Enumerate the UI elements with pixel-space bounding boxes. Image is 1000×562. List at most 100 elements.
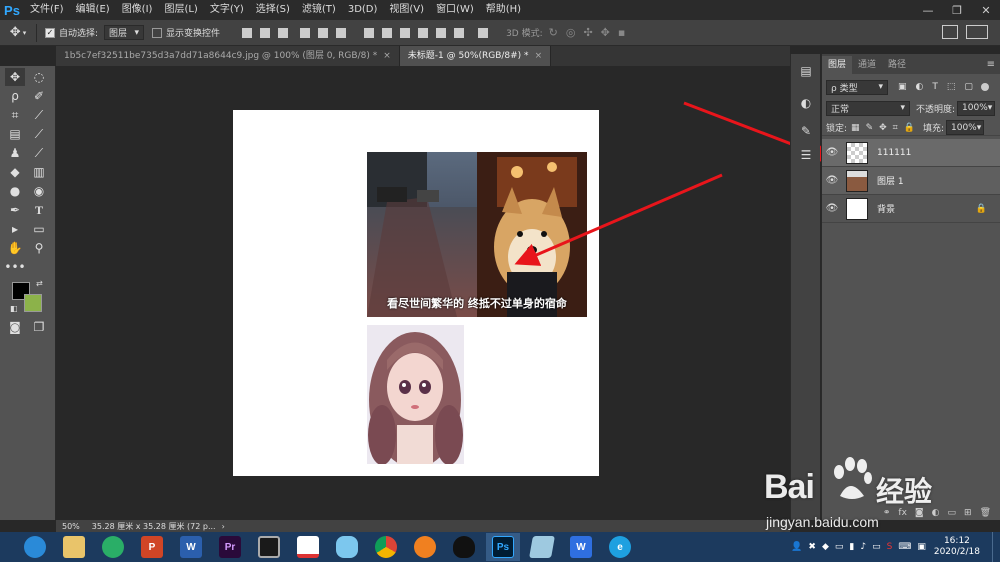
distribute-left-icon[interactable] [418, 27, 429, 38]
volume-icon[interactable]: ♪ [860, 542, 866, 552]
search-icon[interactable] [942, 25, 958, 39]
filter-adjustment-icon[interactable]: ◐ [916, 82, 924, 92]
keyboard-icon[interactable]: ⌨ [898, 542, 911, 552]
menu-item-edit[interactable]: 编辑(E) [70, 0, 116, 20]
crop-tool-icon[interactable]: ⌗ [5, 106, 25, 124]
usb-icon[interactable]: ▭ [835, 542, 844, 552]
swap-colors-icon[interactable]: ⇄ [36, 279, 43, 288]
brush-settings-icon[interactable]: ✎ [797, 122, 815, 140]
tab-channels[interactable]: 通道 [852, 56, 882, 74]
menu-item-layer[interactable]: 图层(L) [158, 0, 203, 20]
taskbar-app-wechat[interactable] [96, 533, 130, 561]
hand-tool-icon[interactable]: ✋ [5, 239, 25, 257]
align-left-icon[interactable] [300, 27, 311, 38]
girl-illustration-layer[interactable] [367, 325, 464, 464]
adjustments-icon[interactable]: ◐ [797, 94, 815, 112]
taskbar-app-wps[interactable]: W [564, 533, 598, 561]
3d-roll-icon[interactable]: ◎ [566, 26, 576, 39]
taskbar-app-chrome[interactable] [369, 533, 403, 561]
restore-button[interactable]: ❐ [943, 0, 971, 20]
lasso-tool-icon[interactable]: ρ [5, 87, 25, 105]
layer-row-background[interactable]: 👁 背景 🔒 [822, 195, 1000, 223]
filter-shape-icon[interactable]: ⬚ [947, 82, 956, 92]
history-icon[interactable]: ▤ [797, 62, 815, 80]
distribute-top-icon[interactable] [364, 27, 375, 38]
taskbar-app-browser[interactable] [18, 533, 52, 561]
taskbar-app-qq[interactable] [447, 533, 481, 561]
auto-select-dropdown[interactable]: 图层 ▾ [104, 25, 145, 40]
3d-scale-icon[interactable]: ▪ [618, 26, 625, 39]
background-color-swatch[interactable] [24, 294, 42, 312]
lock-pixels-icon[interactable]: ✎ [866, 123, 874, 133]
align-vcenter-icon[interactable] [260, 27, 271, 38]
visibility-eye-icon[interactable]: 👁 [822, 147, 842, 158]
move-tool-preset-icon[interactable]: ✥ ▾ [0, 25, 36, 40]
menu-item-type[interactable]: 文字(Y) [204, 0, 250, 20]
tab-layers[interactable]: 图层 [822, 56, 853, 74]
distribute-hcenter-icon[interactable] [436, 27, 447, 38]
distribute-vcenter-icon[interactable] [382, 27, 393, 38]
screen-mode-icon[interactable]: ❐ [29, 318, 49, 336]
lock-all-icon[interactable]: 🔒 [904, 123, 915, 133]
align-top-icon[interactable] [242, 27, 253, 38]
zoom-tool-icon[interactable]: ⚲ [29, 239, 49, 257]
zoom-level[interactable]: 50% [62, 522, 80, 531]
taskbar-app-video[interactable] [252, 533, 286, 561]
close-icon[interactable]: × [535, 51, 543, 61]
eyedropper-tool-icon[interactable]: ⟋ [29, 106, 49, 124]
taskbar-app-notes[interactable] [525, 533, 559, 561]
dodge-tool-icon[interactable]: ◉ [29, 182, 49, 200]
input-method-icon[interactable]: S [887, 542, 893, 552]
filter-toggle-icon[interactable] [980, 83, 989, 91]
menu-item-view[interactable]: 视图(V) [383, 0, 430, 20]
rectangle-tool-icon[interactable]: ▭ [29, 220, 49, 238]
qq-tray-icon[interactable]: ◆ [822, 542, 829, 552]
healing-brush-tool-icon[interactable]: ▤ [5, 125, 25, 143]
tab-document-jpg[interactable]: 1b5c7ef32511be735d3a7dd71a8644c9.jpg @ 1… [56, 46, 400, 66]
visibility-eye-icon[interactable]: 👁 [822, 175, 842, 186]
3d-slide-icon[interactable]: ✥ [601, 26, 610, 39]
security-icon[interactable]: ✖ [808, 542, 816, 552]
show-desktop-button[interactable] [992, 532, 1000, 562]
menu-item-file[interactable]: 文件(F) [24, 0, 70, 20]
type-tool-icon[interactable]: T [29, 201, 49, 219]
distribute-right-icon[interactable] [454, 27, 465, 38]
layer-row-111111[interactable]: 👁 111111 [822, 139, 1000, 167]
fill-input[interactable]: 100% ▾ [946, 120, 984, 135]
close-button[interactable]: ✕ [972, 0, 1000, 20]
tab-paths[interactable]: 路径 [882, 56, 912, 74]
fullscreen-icon[interactable]: ▣ [917, 542, 926, 552]
distribute-bottom-icon[interactable] [400, 27, 411, 38]
gradient-tool-icon[interactable]: ▥ [29, 163, 49, 181]
taskbar-app-powerpoint[interactable]: P [135, 533, 169, 561]
taskbar-app-files[interactable] [57, 533, 91, 561]
user-icon[interactable]: 👤 [791, 542, 802, 552]
menu-item-filter[interactable]: 滤镜(T) [296, 0, 342, 20]
display-icon[interactable]: ▭ [872, 542, 881, 552]
workspace-icon[interactable] [966, 25, 988, 39]
menu-item-select[interactable]: 选择(S) [250, 0, 296, 20]
brush-tool-icon[interactable]: ⟋ [29, 125, 49, 143]
marquee-tool-icon[interactable]: ◌ [29, 68, 49, 86]
visibility-eye-icon[interactable]: 👁 [822, 203, 842, 214]
lock-position-icon[interactable]: ✥ [879, 123, 887, 133]
menu-item-window[interactable]: 窗口(W) [430, 0, 480, 20]
clone-stamp-tool-icon[interactable]: ♟ [5, 144, 25, 162]
pen-tool-icon[interactable]: ✒ [5, 201, 25, 219]
taskbar-app-photoshop[interactable]: Ps [486, 533, 520, 561]
taskbar-app-premiere[interactable]: Pr [213, 533, 247, 561]
minimize-button[interactable]: — [914, 0, 942, 20]
quick-mask-icon[interactable]: ◙ [5, 318, 25, 336]
filter-type-icon[interactable]: T [932, 82, 938, 92]
more-tools-icon[interactable]: ••• [4, 258, 25, 276]
status-menu-icon[interactable]: › [222, 522, 225, 531]
move-tool-icon[interactable]: ✥ [5, 68, 25, 86]
close-icon[interactable]: × [383, 51, 391, 61]
history-brush-tool-icon[interactable]: ⟋ [29, 144, 49, 162]
taskbar-app-word[interactable]: W [174, 533, 208, 561]
auto-select-checkbox[interactable]: ✓ [45, 27, 55, 38]
blend-mode-dropdown[interactable]: 正常 ▾ [826, 100, 910, 116]
taskbar-app-firefox[interactable] [408, 533, 442, 561]
blur-tool-icon[interactable]: ● [5, 182, 25, 200]
taskbar-app-qq-browser[interactable] [330, 533, 364, 561]
